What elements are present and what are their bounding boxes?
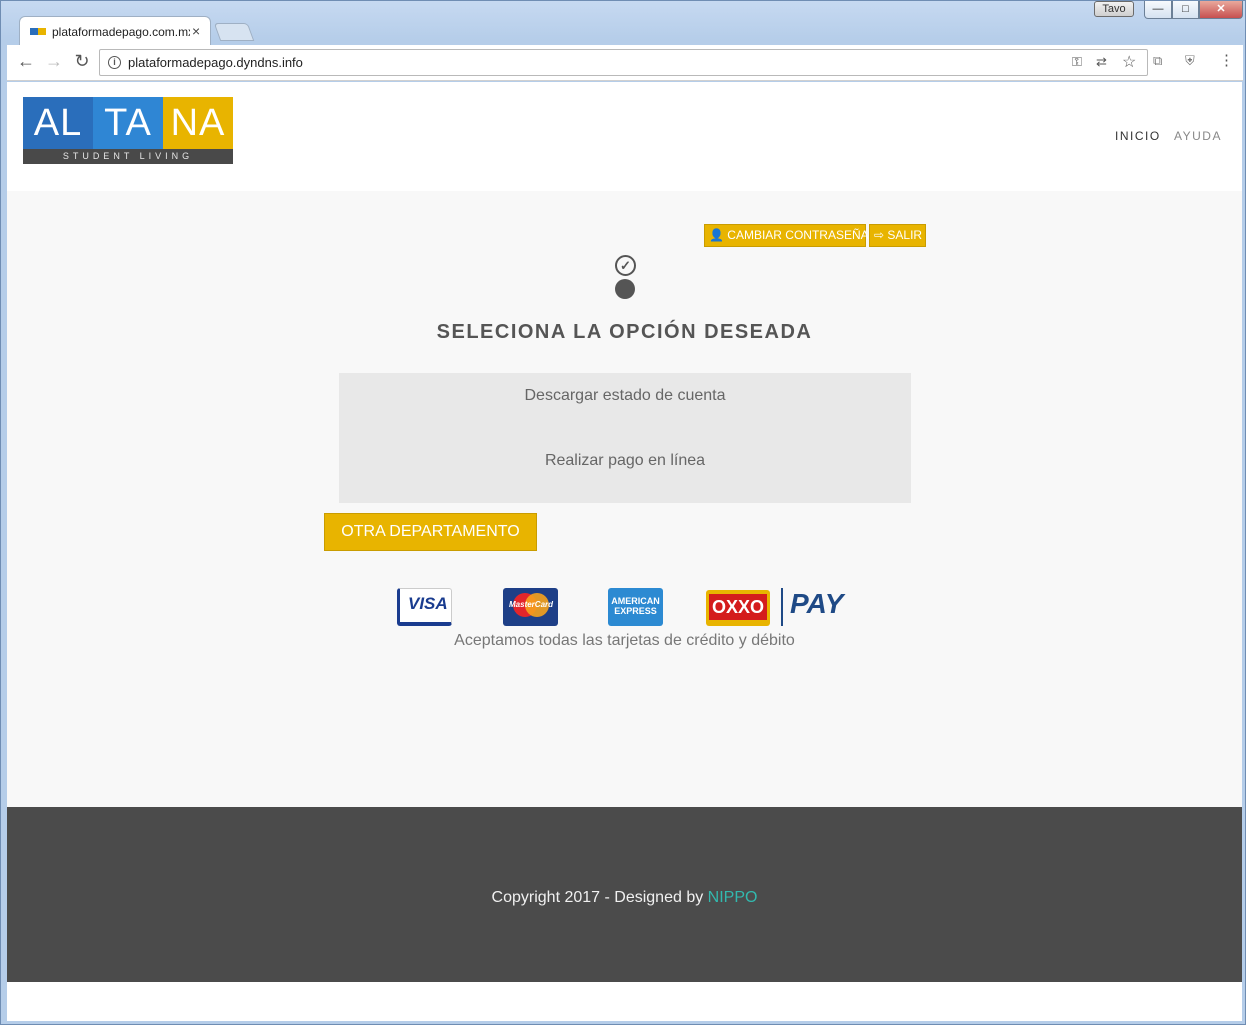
url-text[interactable]: plataformadepago.dyndns.info xyxy=(128,55,303,70)
visa-label: VISA xyxy=(408,594,448,613)
address-bar[interactable]: i plataformadepago.dyndns.info ⚿ ⇄ ☆ xyxy=(99,49,1148,76)
minimize-button[interactable]: — xyxy=(1144,1,1172,19)
chrome-menu-icon[interactable]: ⋮ xyxy=(1219,51,1234,69)
logo-part-2: TA xyxy=(93,97,163,149)
new-tab-button[interactable] xyxy=(213,23,255,41)
pay-online-option[interactable]: Realizar pago en línea xyxy=(339,452,911,470)
payment-logos: VISA MasterCard AMERICAN EXPRESS OXXO PA… xyxy=(397,588,867,628)
reload-icon[interactable]: ↻ xyxy=(71,51,93,72)
tab-title: plataformadepago.com.mx xyxy=(52,25,190,39)
maximize-button[interactable]: □ xyxy=(1172,1,1199,19)
bookmark-star-icon[interactable]: ☆ xyxy=(1122,52,1136,72)
step-dot-icon xyxy=(615,279,635,299)
forward-icon[interactable]: → xyxy=(43,51,65,72)
logout-button[interactable]: ⇨ SALIR xyxy=(869,224,926,247)
amex-label: AMERICAN EXPRESS xyxy=(611,596,660,616)
copyright-label: Copyright 2017 - Designed by xyxy=(491,889,708,906)
copyright-text: Copyright 2017 - Designed by NIPPO xyxy=(7,889,1242,907)
options-panel: Descargar estado de cuenta Realizar pago… xyxy=(339,373,911,503)
nav-ayuda-link[interactable]: AYUDA xyxy=(1174,129,1222,143)
oxxo-logo: OXXO xyxy=(706,590,770,626)
altana-logo[interactable]: AL TA NA STUDENT LIVING xyxy=(23,97,233,164)
favicon-icon xyxy=(30,28,46,35)
browser-window: Tavo — □ ✕ plataformadepago.com.mx × ← →… xyxy=(0,0,1246,1025)
site-info-icon[interactable]: i xyxy=(108,56,121,69)
main-content: 👤 CAMBIAR CONTRASEÑA ⇨ SALIR ✓ SELECIONA… xyxy=(7,191,1242,807)
step-check-icon: ✓ xyxy=(615,255,636,276)
download-statement-option[interactable]: Descargar estado de cuenta xyxy=(339,387,911,405)
logo-part-1: AL xyxy=(23,97,93,149)
logo-tagline: STUDENT LIVING xyxy=(23,149,233,164)
key-icon[interactable]: ⚿ xyxy=(1072,54,1082,70)
accepted-cards-text: Aceptamos todas las tarjetas de crédito … xyxy=(454,632,795,649)
site-header: AL TA NA STUDENT LIVING INICIO AYUDA xyxy=(7,82,1242,191)
close-window-button[interactable]: ✕ xyxy=(1199,1,1243,19)
shield-extension-icon[interactable]: ⛨ xyxy=(1185,53,1195,69)
change-password-button[interactable]: 👤 CAMBIAR CONTRASEÑA xyxy=(704,224,869,247)
browser-tab[interactable]: plataformadepago.com.mx × xyxy=(19,16,211,46)
back-icon[interactable]: ← xyxy=(15,51,37,72)
web-page: AL TA NA STUDENT LIVING INICIO AYUDA 👤 C… xyxy=(7,82,1242,1021)
tab-close-icon[interactable]: × xyxy=(192,23,200,39)
oxxopay-divider xyxy=(781,588,783,626)
browser-toolbar: ← → ↻ i plataformadepago.dyndns.info ⚿ ⇄… xyxy=(7,45,1243,81)
nav-inicio-link[interactable]: INICIO xyxy=(1115,129,1161,143)
profile-button[interactable]: Tavo xyxy=(1094,1,1134,17)
mastercard-logo: MasterCard xyxy=(503,588,558,626)
page-title: SELECIONA LA OPCIÓN DESEADA xyxy=(436,321,813,343)
logo-part-3: NA xyxy=(163,97,233,149)
pdf-extension-icon[interactable]: ⧉ xyxy=(1153,53,1162,69)
translate-icon[interactable]: ⇄ xyxy=(1096,54,1107,70)
nippo-link[interactable]: NIPPO xyxy=(708,889,758,906)
mastercard-label: MasterCard xyxy=(509,600,554,609)
amex-logo: AMERICAN EXPRESS xyxy=(608,588,663,626)
pay-logo-text: PAY xyxy=(790,588,844,619)
site-footer: Copyright 2017 - Designed by NIPPO xyxy=(7,807,1242,982)
oxxo-label: OXXO xyxy=(709,594,767,620)
visa-logo: VISA xyxy=(397,588,452,626)
other-apartment-button[interactable]: OTRA DEPARTAMENTO xyxy=(324,513,537,551)
